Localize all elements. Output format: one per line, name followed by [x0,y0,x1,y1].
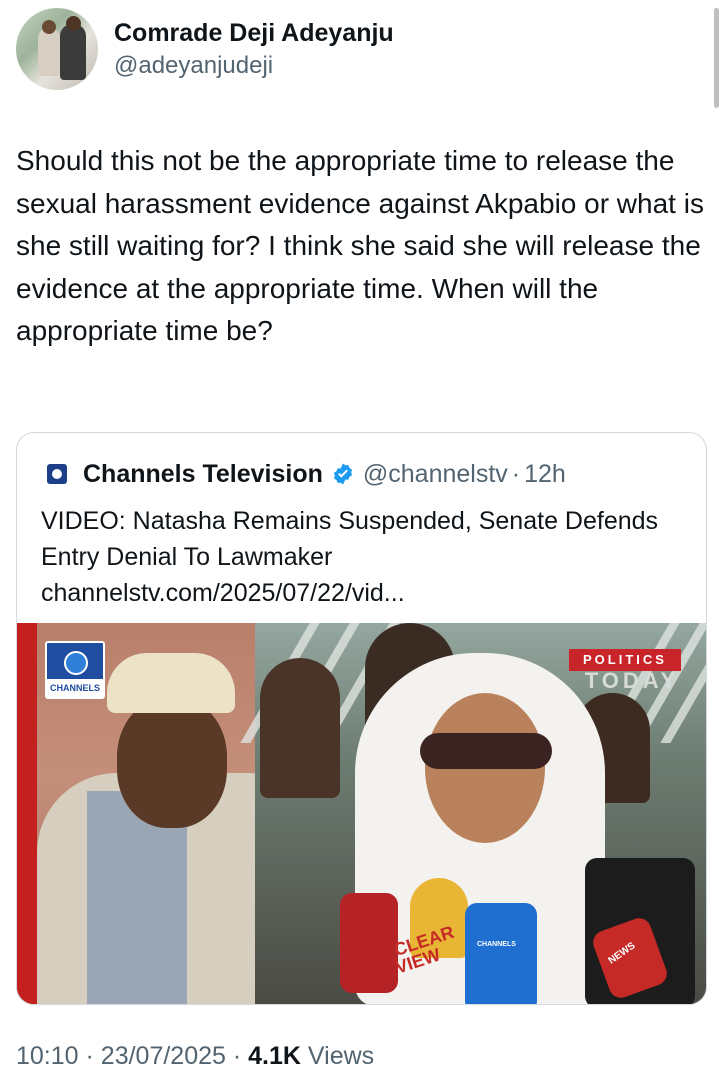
today-badge: TODAY [584,668,680,693]
views-label: Views [307,1042,375,1070]
media-left-panel: CHANNELS [17,623,337,1004]
quoted-media-image[interactable]: CHANNELS CLEAR VIEW NEWS CHANNELS POLITI… [17,623,706,1004]
mic-label-channels: CHANNELS [477,941,516,948]
quoted-tweet-header: Channels Television @channelstv · 12h [47,457,566,491]
quoted-tweet-card[interactable]: Channels Television @channelstv · 12h VI… [16,432,707,1005]
author-info: Comrade Deji Adeyanju @adeyanjudeji [114,17,394,81]
author-handle[interactable]: @adeyanjudeji [114,51,394,81]
quoted-author-handle[interactable]: @channelstv [363,460,508,489]
channels-logo-icon [47,464,67,484]
meta-separator: · [232,1042,242,1070]
author-display-name[interactable]: Comrade Deji Adeyanju [114,17,394,49]
quoted-tweet-time[interactable]: 12h [524,460,566,489]
verified-badge-icon [333,463,352,485]
tweet-meta: 10:10 · 23/07/2025 · 4.1K Views [16,1042,374,1071]
tweet-date[interactable]: 23/07/2025 [101,1042,226,1070]
tweet-text: Should this not be the appropriate time … [16,145,704,346]
avatar[interactable] [16,8,98,90]
quoted-tweet-text: VIDEO: Natasha Remains Suspended, Senate… [41,503,681,611]
scrollbar[interactable] [714,8,719,108]
quoted-link[interactable]: channelstv.com/2025/07/22/vid... [41,575,681,611]
views-count[interactable]: 4.1K [248,1042,301,1070]
quoted-headline: VIDEO: Natasha Remains Suspended, Senate… [41,507,659,571]
tweet-time[interactable]: 10:10 [16,1042,79,1070]
tweet-header: Comrade Deji Adeyanju @adeyanjudeji [16,8,696,90]
channels-tv-logo: CHANNELS [45,641,105,699]
meta-separator: · [85,1042,94,1070]
separator-dot: · [511,459,521,488]
quoted-author-name[interactable]: Channels Television [83,460,323,489]
